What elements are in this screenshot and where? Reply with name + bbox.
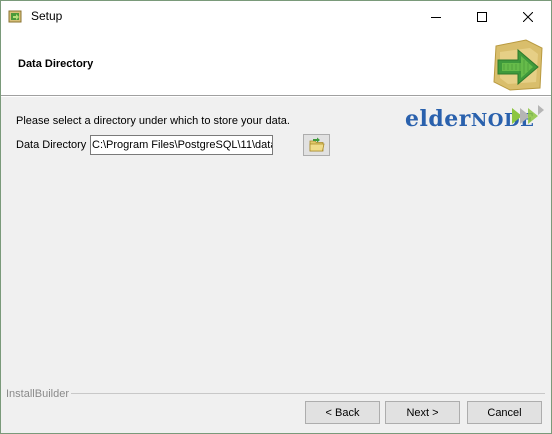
- header-divider-highlight: [1, 96, 551, 97]
- page-header: Data Directory: [1, 32, 551, 95]
- maximize-icon: [477, 11, 487, 22]
- eldernode-logo: elderNODE: [405, 104, 551, 134]
- folder-browse-icon: [309, 137, 324, 152]
- page-title: Data Directory: [18, 58, 94, 70]
- next-button[interactable]: Next >: [385, 401, 460, 424]
- close-icon: [523, 11, 533, 22]
- window-title: Setup: [31, 9, 63, 23]
- close-button[interactable]: [505, 1, 551, 32]
- maximize-button[interactable]: [459, 1, 505, 32]
- browse-button[interactable]: [303, 134, 330, 156]
- title-bar[interactable]: Setup: [1, 1, 551, 32]
- logo-part1: elder: [405, 106, 471, 132]
- footer-divider: [71, 393, 545, 394]
- minimize-icon: [431, 16, 441, 18]
- installer-app-icon: [8, 10, 22, 23]
- installbuilder-label: InstallBuilder: [6, 388, 69, 400]
- data-directory-label: Data Directory: [16, 139, 87, 151]
- setup-window: Setup Data Directory Please select a dir…: [0, 0, 552, 434]
- minimize-button[interactable]: [413, 1, 459, 32]
- data-directory-input[interactable]: [90, 135, 273, 155]
- back-button[interactable]: < Back: [305, 401, 380, 424]
- logo-arrows-icon: [512, 105, 544, 124]
- instruction-text: Please select a directory under which to…: [16, 115, 290, 127]
- installer-arrow-graphic: [493, 39, 543, 91]
- cancel-button[interactable]: Cancel: [467, 401, 542, 424]
